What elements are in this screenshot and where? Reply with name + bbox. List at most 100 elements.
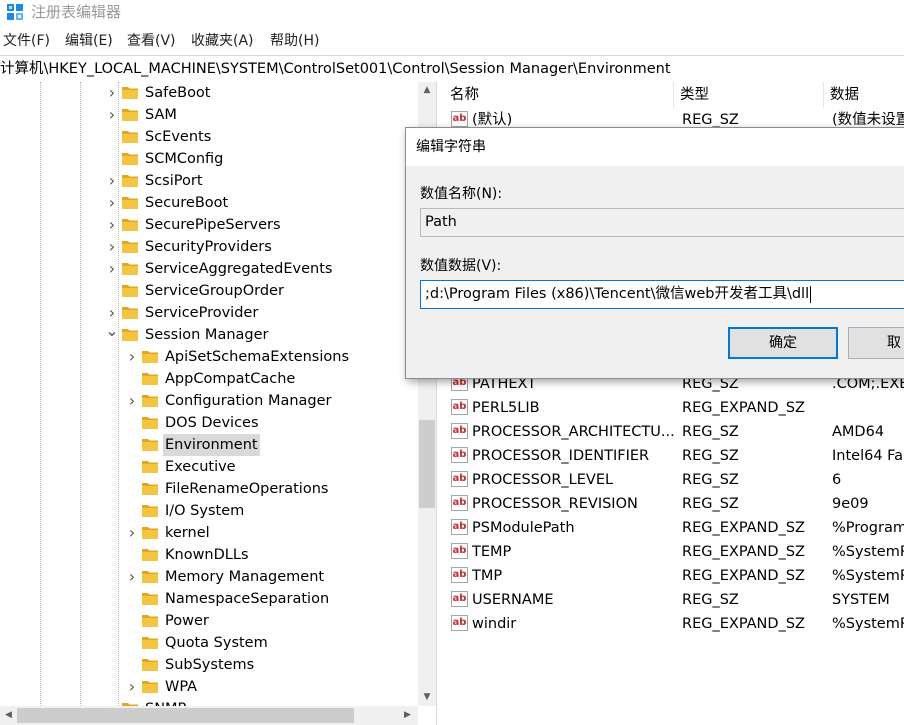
value-row[interactable]: ab PROCESSOR_ARCHITECTU... REG_SZ AMD64	[444, 420, 904, 444]
folder-icon	[142, 527, 158, 539]
folder-icon	[122, 285, 138, 297]
value-name: PROCESSOR_REVISION	[472, 496, 638, 512]
folder-icon	[142, 505, 158, 517]
column-type[interactable]: 类型	[674, 82, 824, 108]
value-name: PROCESSOR_IDENTIFIER	[472, 448, 650, 464]
value-name-field[interactable]: Path	[420, 208, 904, 237]
folder-icon	[142, 571, 158, 583]
menu-file[interactable]: 文件(F)	[3, 31, 50, 51]
chevron-right-icon[interactable]: ›	[105, 236, 119, 258]
tree-item-label: Quota System	[165, 635, 268, 651]
chevron-right-icon[interactable]: ›	[125, 346, 139, 368]
menu-favorites[interactable]: 收藏夹(A)	[191, 31, 254, 51]
value-row[interactable]: ab windir REG_EXPAND_SZ %SystemR	[444, 612, 904, 636]
value-type: REG_SZ	[682, 424, 739, 440]
value-row[interactable]: abPROCESSOR_IDENTIFIER REG_SZ Intel64 Fam	[444, 444, 904, 468]
value-name: PROCESSOR_ARCHITECTU...	[472, 424, 674, 440]
value-type: REG_EXPAND_SZ	[682, 616, 805, 632]
tree-item-label: ApiSetSchemaExtensions	[165, 349, 349, 365]
value-data-text: ;d:\Program Files (x86)\Tencent\微信web开发者…	[425, 286, 810, 302]
chevron-down-icon[interactable]: ⌄	[105, 323, 119, 346]
chevron-right-icon[interactable]: ›	[105, 258, 119, 280]
value-type: REG_EXPAND_SZ	[682, 568, 805, 584]
value-row[interactable]: ab TEMP REG_EXPAND_SZ %SystemR	[444, 540, 904, 564]
value-data: 6	[832, 472, 842, 488]
folder-icon	[142, 461, 158, 473]
window-title: 注册表编辑器	[31, 3, 122, 21]
expander-placeholder	[125, 610, 139, 632]
chevron-right-icon[interactable]: ›	[105, 104, 119, 126]
scroll-up-icon[interactable]: ▲	[418, 82, 436, 99]
chevron-right-icon[interactable]: ›	[125, 390, 139, 412]
value-type: REG_EXPAND_SZ	[682, 544, 805, 560]
chevron-right-icon[interactable]: ›	[105, 170, 119, 192]
menu-view[interactable]: 查看(V)	[127, 31, 176, 51]
value-data: SYSTEM	[832, 592, 890, 608]
column-data[interactable]: 数据	[824, 82, 904, 108]
cancel-button[interactable]: 取	[848, 327, 904, 359]
scroll-down-icon[interactable]: ▼	[418, 689, 436, 706]
folder-icon	[122, 263, 138, 275]
list-header: 名称 类型 数据	[444, 82, 904, 108]
folder-icon	[142, 593, 158, 605]
address-bar[interactable]: 计算机\HKEY_LOCAL_MACHINE\SYSTEM\ControlSet…	[0, 55, 904, 83]
value-type: REG_SZ	[682, 472, 739, 488]
folder-icon	[142, 417, 158, 429]
value-row[interactable]: ab PSModulePath REG_EXPAND_SZ %Program	[444, 516, 904, 540]
folder-icon	[142, 439, 158, 451]
scroll-right-icon[interactable]: ▶	[399, 706, 416, 725]
scroll-thumb[interactable]	[419, 420, 435, 508]
folder-icon	[142, 373, 158, 385]
value-data-field[interactable]: ;d:\Program Files (x86)\Tencent\微信web开发者…	[420, 280, 904, 309]
column-name[interactable]: 名称	[444, 82, 674, 108]
scroll-left-icon[interactable]: ◀	[0, 706, 17, 725]
tree-item-label: SafeBoot	[145, 85, 211, 101]
expander-placeholder	[125, 368, 139, 390]
chevron-right-icon[interactable]: ›	[105, 214, 119, 236]
menu-edit[interactable]: 编辑(E)	[65, 31, 113, 51]
value-name: PROCESSOR_LEVEL	[472, 472, 614, 488]
value-name: PERL5LIB	[472, 400, 540, 416]
folder-icon	[122, 329, 138, 341]
menu-help[interactable]: 帮助(H)	[270, 31, 319, 51]
chevron-right-icon[interactable]: ›	[105, 192, 119, 214]
value-row[interactable]: ab USERNAME REG_SZ SYSTEM	[444, 588, 904, 612]
folder-icon	[122, 197, 138, 209]
value-row[interactable]: ab TMP REG_EXPAND_SZ %SystemR	[444, 564, 904, 588]
chevron-right-icon[interactable]: ›	[125, 522, 139, 544]
string-value-icon: ab	[451, 447, 468, 463]
chevron-right-icon[interactable]: ›	[105, 698, 119, 706]
folder-icon	[122, 153, 138, 165]
folder-icon	[142, 637, 158, 649]
expander-placeholder	[125, 412, 139, 434]
folder-icon	[122, 219, 138, 231]
horizontal-scroll-thumb[interactable]	[17, 708, 354, 723]
chevron-right-icon[interactable]: ›	[125, 566, 139, 588]
expander-placeholder	[105, 280, 119, 302]
string-value-icon: ab	[451, 399, 468, 415]
tree-item-label: Configuration Manager	[165, 393, 332, 409]
chevron-right-icon[interactable]: ›	[125, 676, 139, 698]
folder-icon	[142, 681, 158, 693]
value-row[interactable]: ab PROCESSOR_REVISION REG_SZ 9e09	[444, 492, 904, 516]
expander-placeholder	[125, 632, 139, 654]
address-path[interactable]: 计算机\HKEY_LOCAL_MACHINE\SYSTEM\ControlSet…	[0, 59, 671, 79]
tree-item-label: kernel	[165, 525, 210, 541]
ok-button[interactable]: 确定	[728, 327, 838, 359]
folder-icon	[142, 395, 158, 407]
tree-item-label: Memory Management	[165, 569, 325, 585]
value-name: windir	[472, 616, 517, 632]
value-type: REG_SZ	[682, 496, 739, 512]
value-row[interactable]: ab PERL5LIB REG_EXPAND_SZ	[444, 396, 904, 420]
chevron-right-icon[interactable]: ›	[105, 82, 119, 104]
tree-item-label: ScEvents	[145, 129, 212, 145]
value-row[interactable]: ab PROCESSOR_LEVEL REG_SZ 6	[444, 468, 904, 492]
folder-icon	[122, 87, 138, 99]
menu-bar: 文件(F) 编辑(E) 查看(V) 收藏夹(A) 帮助(H)	[0, 28, 904, 54]
tree-horizontal-scrollbar[interactable]: ◀ ▶	[0, 706, 418, 725]
dialog-title-bar[interactable]: 编辑字符串	[406, 128, 904, 166]
text-caret	[810, 285, 812, 303]
value-data: AMD64	[832, 424, 885, 440]
edit-string-dialog: 编辑字符串 数值名称(N): Path 数值数据(V): ;d:\Program…	[405, 127, 904, 379]
folder-icon	[122, 241, 138, 253]
